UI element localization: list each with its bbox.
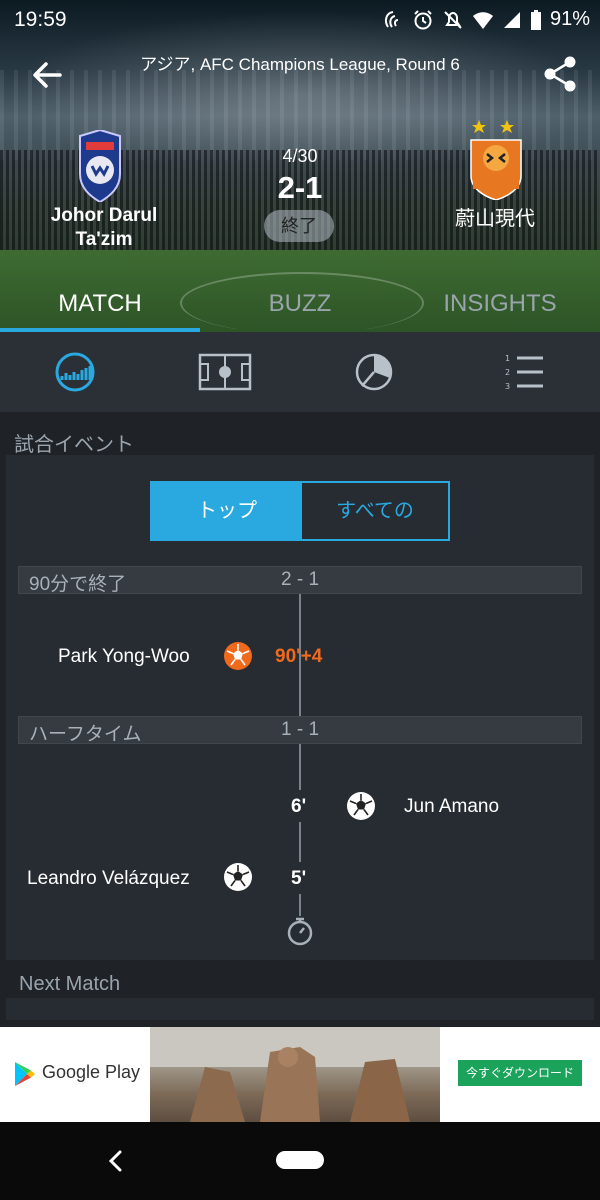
ranked-list-icon[interactable]: 1 2 3 [505, 352, 545, 392]
ad-illustration [150, 1027, 440, 1122]
ad-store-name: Google Play [42, 1062, 141, 1082]
tab-match[interactable]: MATCH [0, 290, 200, 318]
period-score: 2 - 1 [281, 569, 320, 590]
ad-store-block: Google Play [0, 1027, 150, 1122]
event-minute: 90'+4 [275, 646, 323, 667]
league-title: アジア, AFC Champions League, Round 6 [140, 55, 460, 74]
match-events-title: 試合イベント [14, 434, 134, 456]
timeline-line [299, 744, 301, 790]
timeline-line [299, 894, 301, 916]
events-filter-toggle: トップ すべての [150, 481, 450, 541]
tab-buzz[interactable]: BUZZ [200, 290, 400, 318]
match-status-badge: 終了 [264, 210, 334, 242]
period-header-fulltime: 90分で終了 2 - 1 [18, 566, 582, 595]
period-label: 90分で終了 [29, 574, 127, 595]
alarm-icon [414, 9, 432, 29]
period-score: 1 - 1 [281, 719, 320, 740]
period-header-halftime: ハーフタイム 1 - 1 [18, 716, 582, 745]
event-minute: 5' [291, 868, 307, 889]
ad-image [150, 1027, 440, 1122]
filter-top-button[interactable]: トップ [152, 483, 302, 539]
period-label: ハーフタイム [29, 724, 142, 745]
event-minute: 6' [291, 796, 307, 817]
pie-icon[interactable] [354, 352, 394, 392]
away-team-name[interactable]: 蔚山現代 [430, 202, 560, 231]
google-play-icon [15, 1062, 35, 1086]
own-goal-ball-icon [224, 642, 252, 670]
next-match-title: Next Match [19, 973, 121, 995]
svg-text:1: 1 [505, 354, 510, 363]
match-subnav: 1 2 3 [0, 332, 600, 412]
event-player: Jun Amano [404, 796, 500, 817]
ad-download-button[interactable]: 今すぐダウンロード [458, 1060, 582, 1086]
match-date: 4/30 [282, 146, 318, 166]
home-team-name-line2: Ta'zim [75, 229, 133, 250]
stopwatch-icon [287, 917, 313, 946]
next-match-panel [6, 998, 594, 1020]
share-icon[interactable] [542, 55, 578, 93]
tab-insights[interactable]: INSIGHTS [400, 290, 600, 318]
event-player: Leandro Velázquez [27, 868, 190, 889]
filter-all-button[interactable]: すべての [302, 483, 448, 539]
home-team-logo[interactable] [76, 130, 124, 202]
svg-text:3: 3 [505, 382, 510, 391]
nfc-icon [384, 10, 399, 28]
stats-chart-icon[interactable] [55, 352, 95, 392]
home-team-name-line1: Johor Darul [50, 205, 158, 226]
home-team-name[interactable]: Johor Darul Ta'zim [34, 204, 174, 252]
pitch-icon[interactable] [198, 352, 252, 392]
event-player: Park Yong-Woo [58, 646, 190, 667]
battery-icon [530, 9, 541, 30]
goal-ball-icon [347, 792, 375, 820]
status-bar: 19:59 91% [0, 0, 600, 40]
goal-ball-icon [224, 863, 252, 891]
tab-bar: MATCH BUZZ INSIGHTS [0, 274, 600, 332]
away-team-logo[interactable] [465, 116, 527, 200]
svg-text:2: 2 [505, 368, 510, 377]
match-score: 2-1 [277, 170, 323, 205]
timeline-line [299, 822, 301, 862]
signal-icon [503, 11, 520, 28]
wifi-icon [472, 11, 493, 29]
battery-percent: 91% [549, 8, 590, 30]
nav-home-pill[interactable] [276, 1151, 324, 1169]
notifications-off-icon [444, 10, 462, 29]
status-time: 19:59 [14, 8, 67, 31]
nav-back-icon[interactable] [104, 1148, 128, 1174]
